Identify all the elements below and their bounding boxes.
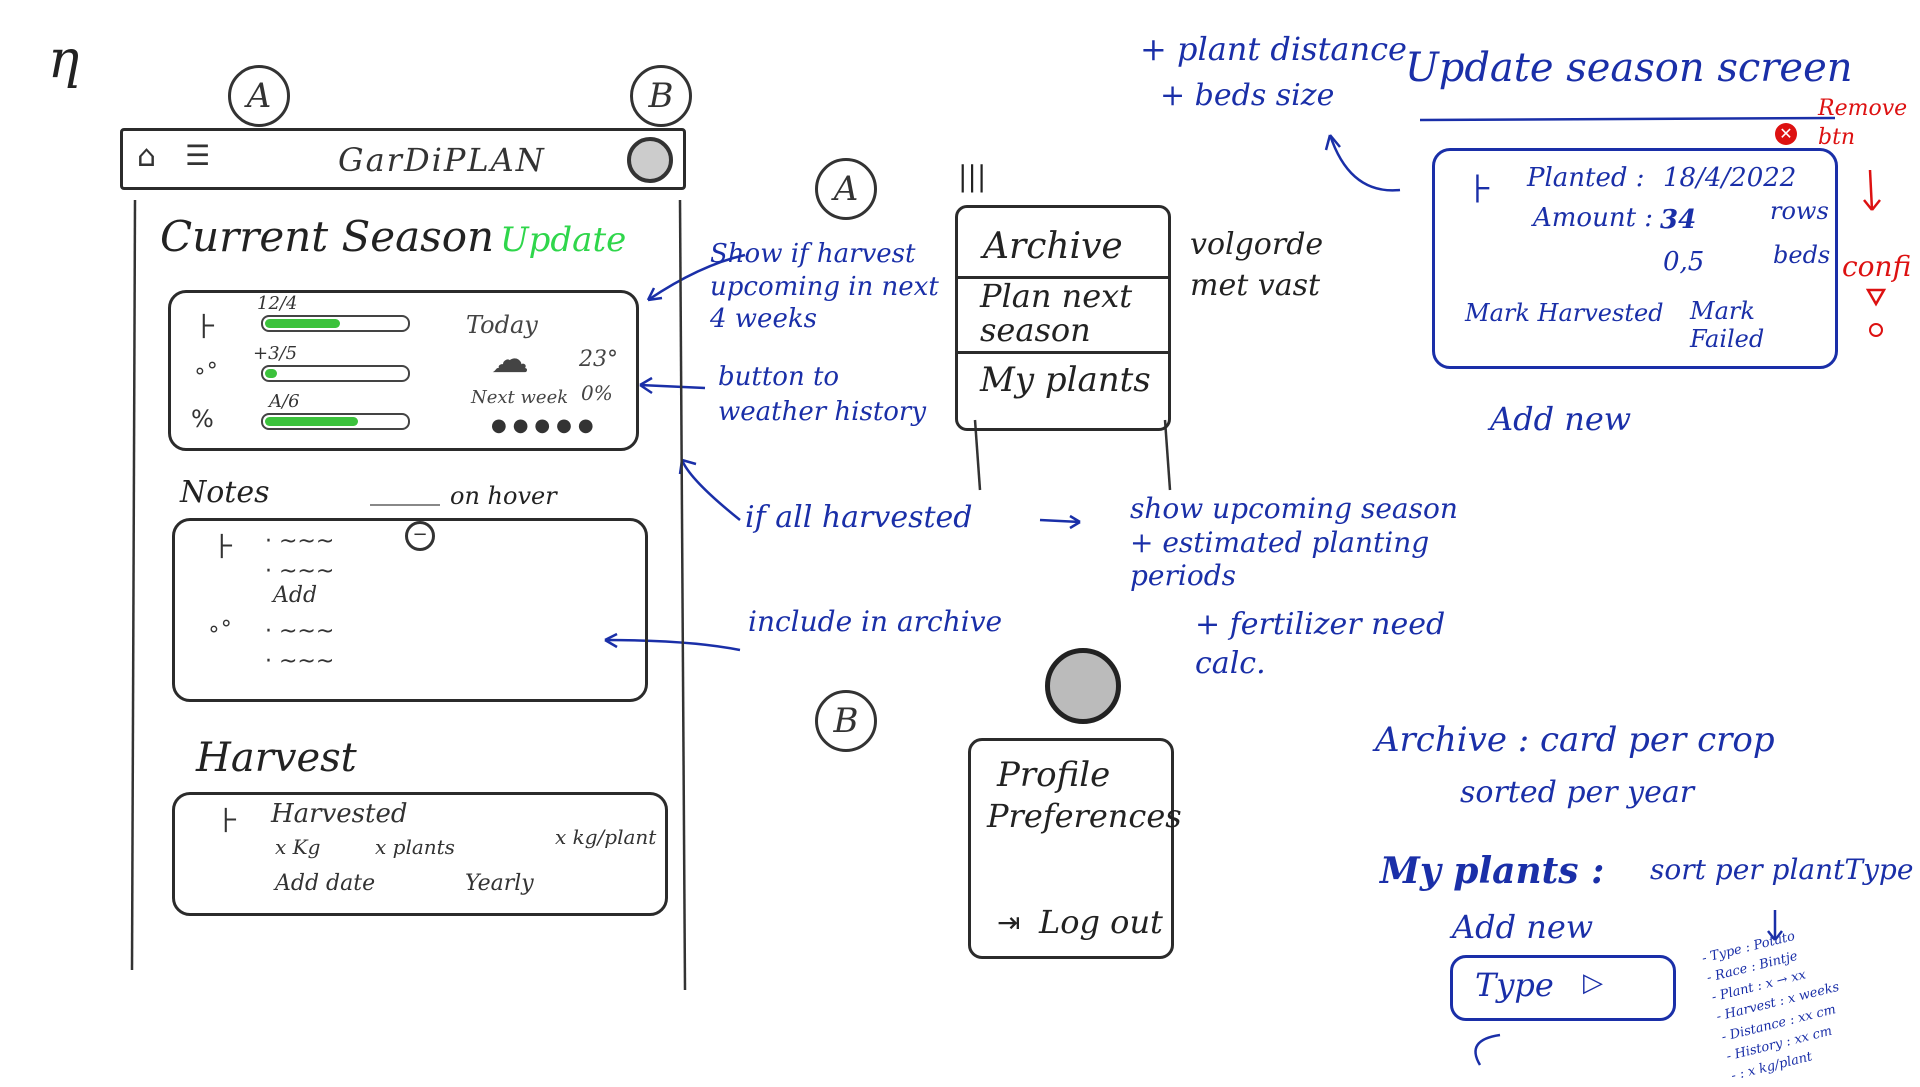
amount-value[interactable]: 34 [1660,205,1696,235]
cloud-sun-icon: ☁ [491,337,529,381]
harvest-plants: x plants [375,835,455,859]
weather-forecast-icons: ●●●●● [491,415,600,436]
stat-bar-fill-3 [265,417,358,426]
planted-label: Planted : [1527,163,1645,193]
harvested-label: Harvested [271,799,408,829]
add-date-button[interactable]: Add date [275,871,375,896]
profile-menu-panel: Profile Preferences ⇥ Log out [968,738,1182,959]
update-season-card[interactable]: ✕ ⺊ Planted : 18/4/2022 Amount : 34 rows… [1432,123,1838,369]
current-season-title: Current Season [160,212,495,261]
menu-item-archive[interactable]: Archive [983,226,1123,267]
stat-label-3: A/6 [269,391,300,412]
weather-temp: 23° [579,347,618,372]
marker-a-menu: A [815,158,877,220]
harvest-kg: x Kg [275,835,321,859]
menu-a-icon: ||| [958,160,987,193]
note-confi: confi [1842,250,1912,283]
note-volgorde: volgorde met vast [1190,227,1324,303]
marker-a-top: A [228,65,290,127]
planted-value[interactable]: 18/4/2022 [1663,163,1796,193]
my-plants-title: My plants : [1380,850,1605,892]
avatar-icon[interactable] [627,137,673,183]
notes-card[interactable]: ⺊ · ~~~ · ~~~ − Add ∘° · ~~~ · ~~~ [172,518,648,702]
note-upcoming-season: show upcoming season + estimated plantin… [1130,492,1458,593]
stat-bar-1 [261,315,410,332]
note-fertilizer: + fertilizer need calc. [1195,607,1446,681]
notes-title: Notes [180,475,270,510]
update-season-title: Update season screen [1405,45,1853,91]
logout-icon: ⇥ [997,906,1021,939]
remove-note-icon[interactable]: − [405,521,435,551]
avatar-icon[interactable] [1045,648,1121,724]
amount-label: Amount : [1533,203,1654,233]
stat-bar-2 [261,365,410,382]
yearly-toggle[interactable]: Yearly [465,871,534,896]
stat-bar-fill-2 [265,369,277,378]
add-note-button[interactable]: Add [273,583,317,608]
mark-failed-button[interactable]: Mark Failed [1690,297,1835,353]
dropdown-arrow-icon: ▷ [1583,968,1603,998]
rows-label: rows [1770,197,1829,225]
weather-percent: 0% [581,381,613,405]
sprout-icon: ⺊ [1465,173,1495,208]
hamburger-menu-icon[interactable]: ☰ [185,139,210,172]
note-line-3: · ~~~ [265,619,335,644]
note-remove-btn: Remove btn [1818,96,1908,150]
beds-value[interactable]: 0,5 [1663,247,1704,277]
harvest-kg-per-plant: x kg/plant [555,825,657,849]
weather-next-week-label: Next week [471,387,569,408]
menu-a-panel: Archive Plan next season My plants [955,205,1171,431]
stat-label-1: 12/4 [257,293,298,314]
note-weather-button: button to weather history [718,362,927,428]
seeds-icon: ∘° [207,617,232,642]
note-line-4: · ~~~ [265,649,335,674]
menu-item-preferences[interactable]: Preferences [987,797,1182,835]
stat-bar-3 [261,413,410,430]
note-include-archive: include in archive [748,605,1003,638]
weather-today-label: Today [466,311,538,339]
note-plant-distance: + plant distance [1140,30,1407,68]
harvest-title: Harvest [196,735,357,781]
stat-bar-fill-1 [265,319,341,328]
mark-harvested-button[interactable]: Mark Harvested [1465,299,1664,327]
note-line-2: · ~~~ [265,559,335,584]
menu-item-profile[interactable]: Profile [997,755,1110,795]
update-season-button[interactable]: Update [500,220,626,260]
sprout-icon: ⺊ [215,807,242,837]
archive-note-line1: Archive : card per crop [1375,720,1775,760]
note-show-harvest: Show if harvest upcoming in next 4 weeks [710,239,939,334]
ratio-icon: % [191,405,214,433]
app-title: GarDiPLAN [338,141,546,179]
type-dropdown-label: Type [1475,966,1554,1004]
my-plants-add-new[interactable]: Add new [1452,908,1593,946]
menu-item-my-plants[interactable]: My plants [980,360,1151,400]
harvest-card[interactable]: ⺊ Harvested x Kg x plants x kg/plant Add… [172,792,668,916]
marker-b-menu: B [815,690,877,752]
logout-button[interactable]: Log out [1039,903,1163,941]
beds-label: beds [1773,241,1831,269]
marker-b-top: B [630,65,692,127]
notes-hover-hint: on hover [450,482,557,510]
archive-note-line2: sorted per year [1460,775,1695,810]
home-icon[interactable]: ⌂ [137,139,156,174]
note-line-1: · ~~~ [265,529,335,554]
type-dropdown[interactable]: Type ▷ [1450,955,1676,1021]
seeds-icon: ∘° [193,359,218,384]
sprout-icon: ⺊ [193,313,220,343]
update-season-add-new[interactable]: Add new [1490,400,1631,438]
app-header: ⌂ ☰ GarDiPLAN [120,128,686,190]
season-stats-card[interactable]: ⺊ ∘° % 12/4 +3/5 A/6 Today ☁ 23° Next we… [168,290,639,451]
sprout-icon: ⺊ [211,533,238,563]
stat-label-2: +3/5 [253,343,298,364]
note-all-harvested: if all harvested [745,500,973,535]
menu-item-plan-next-season[interactable]: Plan next season [980,279,1165,347]
note-bed-size: + beds size [1160,78,1335,113]
scribble-mark: ƞ [48,30,82,90]
remove-icon[interactable]: ✕ [1775,123,1797,145]
my-plants-sort: sort per plantType [1650,853,1914,886]
